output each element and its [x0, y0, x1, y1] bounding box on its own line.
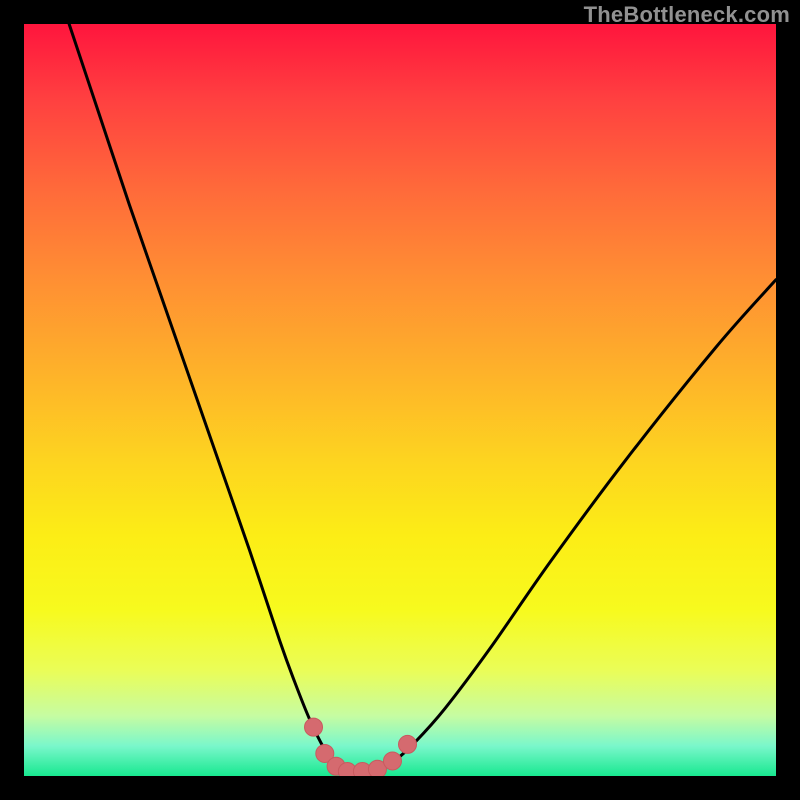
chart-svg — [24, 24, 776, 776]
trough-marker — [399, 735, 417, 753]
trough-marker — [383, 752, 401, 770]
watermark-text: TheBottleneck.com — [584, 2, 790, 28]
trough-marker-group — [305, 718, 417, 776]
chart-plot-area — [24, 24, 776, 776]
trough-marker — [305, 718, 323, 736]
chart-frame: TheBottleneck.com — [0, 0, 800, 800]
bottleneck-curve — [69, 24, 776, 773]
